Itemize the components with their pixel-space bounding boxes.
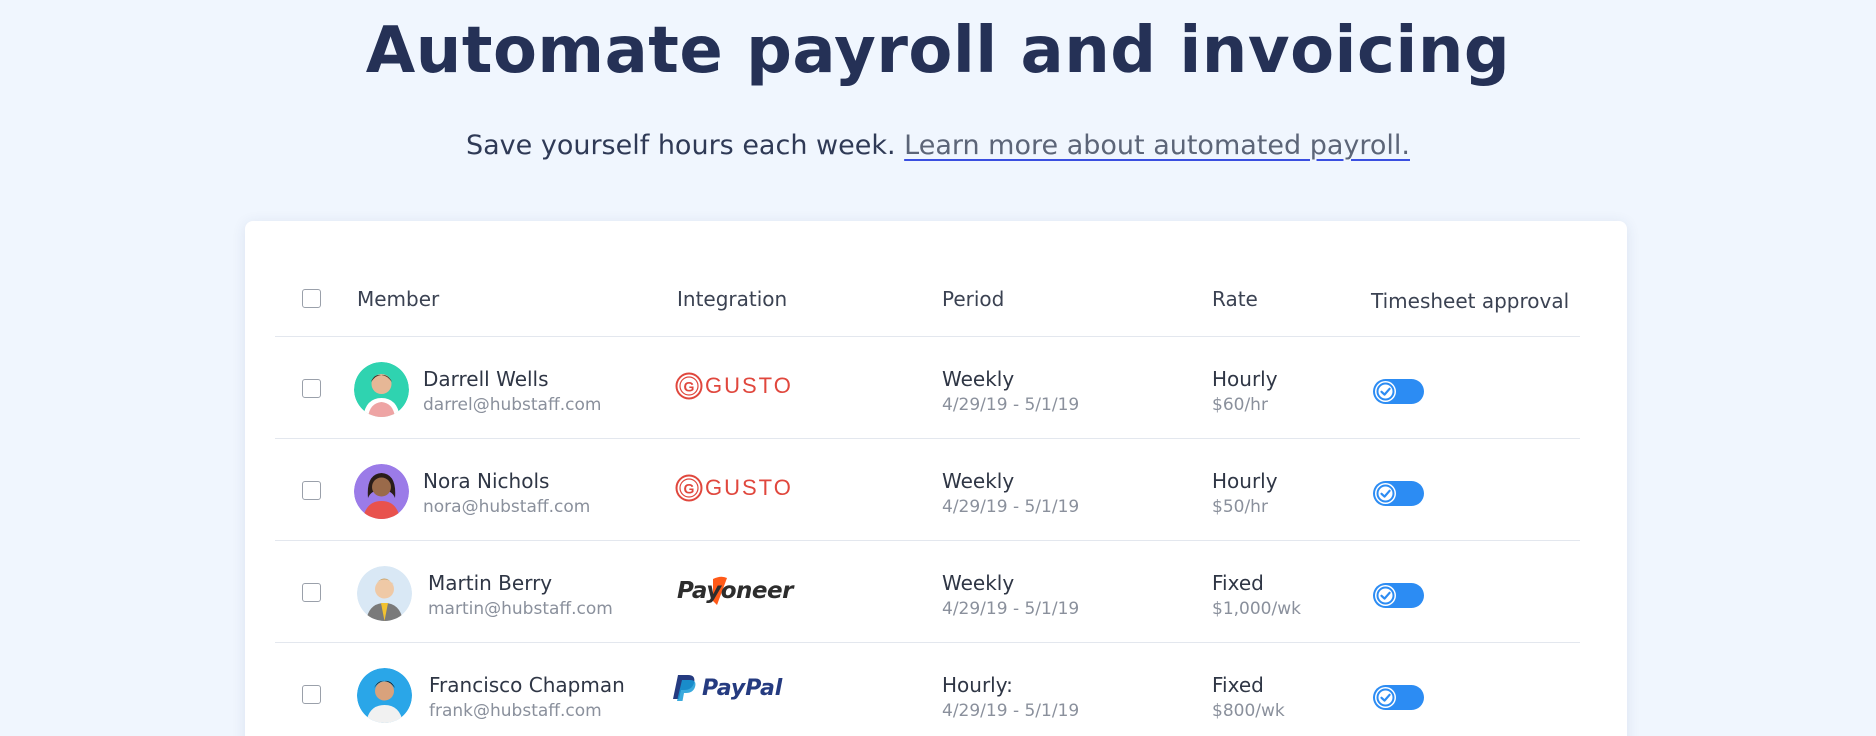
timesheet-approval-toggle[interactable] (1373, 481, 1424, 506)
timesheet-approval-toggle[interactable] (1373, 685, 1424, 710)
integration-name: GUSTO (705, 475, 793, 500)
rate-value: $50/hr (1212, 497, 1268, 517)
row-checkbox[interactable] (302, 583, 321, 602)
page-subtitle: Save yourself hours each week. Learn mor… (0, 130, 1876, 161)
col-rate[interactable]: Rate (1212, 287, 1258, 311)
period-range: 4/29/19 - 5/1/19 (942, 701, 1080, 721)
svg-text:G: G (684, 481, 695, 497)
payroll-table-card: Member Integration Period Rate Timesheet… (245, 221, 1627, 736)
period-range: 4/29/19 - 5/1/19 (942, 395, 1080, 415)
member-name: Nora Nichols (423, 469, 550, 493)
check-icon (1375, 585, 1396, 606)
select-all-checkbox[interactable] (302, 289, 321, 308)
rate-type: Hourly (1212, 367, 1278, 391)
rate-type: Fixed (1212, 571, 1264, 595)
table-row[interactable]: Martin Berry martin@hubstaff.com Payonee… (275, 541, 1580, 643)
period-type: Weekly (942, 571, 1015, 595)
member-email: frank@hubstaff.com (429, 701, 602, 721)
rate-value: $1,000/wk (1212, 599, 1301, 619)
table-row[interactable]: Francisco Chapman frank@hubstaff.com Pay… (275, 643, 1580, 736)
gusto-logo: G GUSTO (675, 472, 791, 509)
check-icon (1375, 381, 1396, 402)
row-checkbox[interactable] (302, 685, 321, 704)
avatar (354, 464, 409, 519)
learn-more-link[interactable]: Learn more about automated payroll. (904, 130, 1410, 161)
payoneer-logo: Payoneer (675, 571, 793, 616)
rate-value: $800/wk (1212, 701, 1285, 721)
avatar (354, 362, 409, 417)
paypal-logo: PayPal (670, 672, 782, 707)
member-email: martin@hubstaff.com (428, 599, 613, 619)
col-timesheet[interactable]: Timesheet approval (1371, 289, 1569, 313)
integration-name: PayPal (702, 676, 783, 701)
period-type: Weekly (942, 469, 1015, 493)
period-type: Hourly: (942, 673, 1013, 697)
svg-text:G: G (684, 379, 695, 395)
table-row[interactable]: Darrell Wells darrel@hubstaff.com G GUST… (275, 337, 1580, 439)
check-icon (1375, 483, 1396, 504)
member-name: Martin Berry (428, 571, 553, 595)
col-member[interactable]: Member (357, 287, 439, 311)
timesheet-approval-toggle[interactable] (1373, 379, 1424, 404)
check-icon (1375, 687, 1396, 708)
rate-type: Hourly (1212, 469, 1278, 493)
member-email: darrel@hubstaff.com (423, 395, 602, 415)
col-integration[interactable]: Integration (677, 287, 787, 311)
rate-value: $60/hr (1212, 395, 1268, 415)
row-checkbox[interactable] (302, 379, 321, 398)
gusto-logo: G GUSTO (675, 370, 791, 407)
table-row[interactable]: Nora Nichols nora@hubstaff.com G GUSTO W… (275, 439, 1580, 541)
member-name: Darrell Wells (423, 367, 549, 391)
table-header: Member Integration Period Rate Timesheet… (275, 221, 1580, 337)
period-range: 4/29/19 - 5/1/19 (942, 497, 1080, 517)
avatar (357, 566, 412, 621)
rate-type: Fixed (1212, 673, 1264, 697)
subtitle-text: Save yourself hours each week. (465, 130, 896, 161)
member-name: Francisco Chapman (429, 673, 625, 697)
integration-name: GUSTO (705, 373, 793, 398)
member-email: nora@hubstaff.com (423, 497, 591, 517)
timesheet-approval-toggle[interactable] (1373, 583, 1424, 608)
row-checkbox[interactable] (302, 481, 321, 500)
avatar (357, 668, 412, 723)
payroll-table: Member Integration Period Rate Timesheet… (275, 221, 1580, 736)
integration-name: Payoneer (677, 578, 793, 604)
period-type: Weekly (942, 367, 1015, 391)
col-period[interactable]: Period (942, 287, 1004, 311)
period-range: 4/29/19 - 5/1/19 (942, 599, 1080, 619)
page-title: Automate payroll and invoicing (365, 14, 1511, 88)
